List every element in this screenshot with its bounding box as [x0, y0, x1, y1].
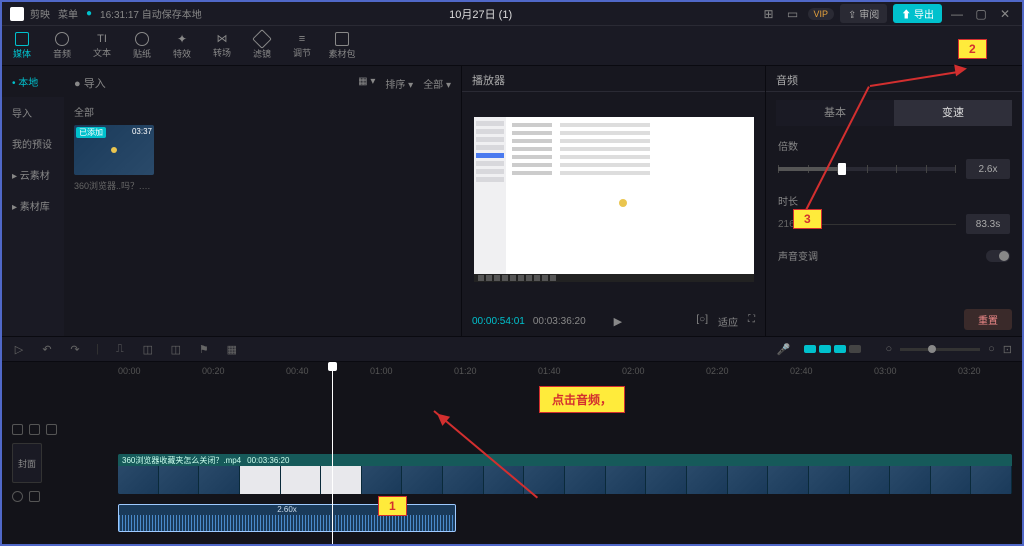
audio-clip[interactable]: 2.60x	[118, 504, 456, 532]
sidebar-local[interactable]: • 本地	[2, 66, 64, 97]
undo-icon[interactable]: ↶	[40, 342, 54, 356]
menu-dropdown[interactable]: 菜单	[58, 6, 78, 21]
tool-text[interactable]: TI文本	[82, 26, 122, 66]
tool-sticker[interactable]: 贴纸	[122, 26, 162, 66]
duration-orig: 216.7s	[778, 219, 808, 230]
titlebar: 剪映 菜单 ● 16:31:17 自动保存本地 10月27日 (1) ⊞ ▭ V…	[2, 2, 1022, 26]
time-total: 00:03:36:20	[533, 316, 586, 327]
layout2-icon[interactable]: ▭	[784, 5, 802, 23]
fullframe-icon[interactable]: [○]	[696, 314, 708, 329]
review-button[interactable]: ⇪ 审阅	[840, 4, 887, 23]
close-icon[interactable]: ✕	[996, 5, 1014, 23]
preview-canvas[interactable]	[462, 92, 765, 306]
zoom-in-icon[interactable]: ○	[988, 343, 995, 355]
tool-adjust[interactable]: ≡调节	[282, 26, 322, 66]
timeline-toolbar: ▷ ↶ ↷ | ⎍ ◫ ◫ ⚑ ▦ 🎤 ○ ○ ⊡	[2, 336, 1022, 362]
vip-badge[interactable]: VIP	[808, 8, 835, 20]
zoom-slider[interactable]	[900, 348, 980, 351]
speed-label: 倍数	[778, 138, 1010, 153]
filter-dropdown[interactable]: 全部 ▾	[423, 76, 451, 91]
select-tool-icon[interactable]: ▷	[12, 342, 26, 356]
view-grid-icon[interactable]: ▦ ▾	[358, 76, 375, 91]
grid-icon[interactable]: ▦	[225, 342, 239, 356]
tool-pack[interactable]: 素材包	[322, 26, 362, 66]
video-clip[interactable]: 360浏览器收藏夹怎么关闭？.mp400:03:36:20	[118, 454, 1012, 494]
ratio-button[interactable]: 适应	[718, 314, 738, 329]
project-title: 10月27日 (1)	[202, 6, 760, 22]
import-button[interactable]: ● 导入	[74, 75, 106, 91]
split-icon[interactable]: ⎍	[113, 342, 127, 356]
sidebar-cloud[interactable]: ▸ 云素材	[2, 159, 64, 190]
minimize-icon[interactable]: —	[948, 5, 966, 23]
cover-button[interactable]: 封面	[12, 443, 42, 483]
app-logo	[10, 7, 24, 21]
sidebar-preset[interactable]: 我的预设	[2, 128, 64, 159]
track-color-buttons[interactable]	[804, 345, 861, 353]
cut-right-icon[interactable]: ◫	[169, 342, 183, 356]
tool-filter[interactable]: 滤镜	[242, 26, 282, 66]
reset-button[interactable]: 重置	[964, 309, 1012, 330]
zoom-out-icon[interactable]: ○	[885, 343, 892, 355]
mic-icon[interactable]: 🎤	[776, 342, 790, 356]
autosave-status: 16:31:17 自动保存本地	[100, 6, 202, 21]
added-badge: 已添加	[76, 127, 106, 138]
timeline-ruler[interactable]: 00:00 00:20 00:40 01:00 01:20 01:40 02:0…	[2, 362, 1022, 382]
export-button[interactable]: ⬆ 导出	[893, 4, 942, 23]
sidebar-stock[interactable]: ▸ 素材库	[2, 190, 64, 221]
tool-audio[interactable]: 音频	[42, 26, 82, 66]
time-current: 00:00:54:01	[472, 316, 525, 327]
thumb-marker-icon	[111, 147, 117, 153]
speed-value[interactable]: 2.6x	[966, 159, 1010, 179]
media-all-label: 全部	[74, 104, 451, 119]
audio-track-toggle[interactable]	[12, 491, 102, 502]
audio-clip-speed: 2.60x	[119, 505, 455, 515]
tool-tabs: 媒体 音频 TI文本 贴纸 ✦特效 ⋈转场 滤镜 ≡调节 素材包	[2, 26, 1022, 66]
flag-icon[interactable]: ⚑	[197, 342, 211, 356]
media-sidebar: • 本地 导入 我的预设 ▸ 云素材 ▸ 素材库	[2, 66, 64, 336]
media-thumbnail[interactable]: 已添加 03:37 360浏览器..吗？.mp4	[74, 125, 154, 192]
pitch-label: 声音变调	[778, 248, 818, 263]
play-button[interactable]: ▶	[614, 315, 622, 328]
tab-basic[interactable]: 基本	[776, 100, 894, 126]
track-lock-toggle[interactable]	[12, 424, 102, 435]
sort-dropdown[interactable]: 排序 ▾	[385, 76, 413, 91]
pitch-toggle[interactable]	[986, 250, 1010, 262]
maximize-icon[interactable]: ▢	[972, 5, 990, 23]
tool-media[interactable]: 媒体	[2, 26, 42, 66]
playhead[interactable]	[332, 362, 333, 544]
layout-icon[interactable]: ⊞	[760, 5, 778, 23]
sidebar-import[interactable]: 导入	[2, 97, 64, 128]
speed-slider[interactable]	[778, 167, 956, 171]
redo-icon[interactable]: ↷	[68, 342, 82, 356]
duration-value[interactable]: 83.3s	[966, 214, 1010, 234]
player-title: 播放器	[462, 66, 765, 92]
timeline[interactable]: 00:00 00:20 00:40 01:00 01:20 01:40 02:0…	[2, 362, 1022, 544]
tab-speed[interactable]: 变速	[894, 100, 1012, 126]
expand-icon[interactable]: ⛶	[748, 314, 755, 329]
tool-effects[interactable]: ✦特效	[162, 26, 202, 66]
zoom-fit-icon[interactable]: ⊡	[1003, 343, 1012, 356]
app-name: 剪映	[30, 6, 50, 21]
tool-transition[interactable]: ⋈转场	[202, 26, 242, 66]
audio-panel-title: 音频	[766, 66, 1022, 92]
thumb-filename: 360浏览器..吗？.mp4	[74, 179, 154, 192]
thumb-duration: 03:37	[132, 127, 152, 136]
cut-left-icon[interactable]: ◫	[141, 342, 155, 356]
